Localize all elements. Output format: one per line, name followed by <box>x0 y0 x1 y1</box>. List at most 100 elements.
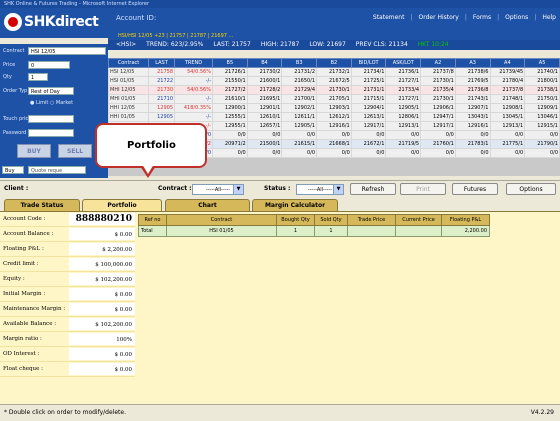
quote-header-cell: LAST <box>148 58 175 68</box>
password-input[interactable] <box>28 129 74 137</box>
quote-row[interactable]: MHI 01/05 21710 -/- 21610/1 21695/1 21700/1 21… <box>108 94 560 104</box>
account-field-value: $ 0.00 <box>68 228 135 240</box>
tab-margin-calculator[interactable]: Margin Calculator <box>252 199 338 211</box>
menu-statement[interactable]: Statement <box>373 14 405 21</box>
quote-cell: 12915/1 <box>524 121 560 131</box>
quote-cell: 0/0 <box>454 148 491 158</box>
quote-cell: 21727/1 <box>385 94 422 104</box>
menu-forms[interactable]: Forms <box>473 14 491 21</box>
tab-trade-status[interactable]: Trade Status <box>4 199 80 211</box>
qty-input[interactable]: 1 <box>28 73 48 81</box>
chevron-down-icon: ▼ <box>233 185 243 194</box>
quote-row[interactable]: HHI 12/05 12905 418/0.35% 12900/1 12901/1 129… <box>108 103 560 113</box>
quote-cell: 21733/4 <box>385 85 422 95</box>
quote-cell: 54/0.56% <box>174 85 213 95</box>
account-row: Maintenance Margin : $ 0.00 <box>0 302 135 317</box>
quote-cell: 12902/1 <box>281 103 318 113</box>
account-row: Available Balance : $ 102,200.00 <box>0 317 135 332</box>
positions-table: Ref no Contract Bought Qty Sold Qty Trade Pr… <box>138 214 490 237</box>
account-summary: Account Code : 888880210 Account Balance :… <box>0 212 135 377</box>
account-field-value: $ 0.00 <box>68 303 135 315</box>
quote-cell: 0/0 <box>212 130 248 140</box>
quote-header-cell: A4 <box>489 58 526 68</box>
quote-cell: 21600/1 <box>246 76 283 86</box>
refresh-button[interactable]: Refresh <box>350 183 396 195</box>
quote-cell: 21730/1 <box>420 76 456 86</box>
quote-cell: 418/0.35% <box>174 103 213 113</box>
quote-cell: 21769/5 <box>454 76 491 86</box>
quote-cell: 21500/1 <box>246 139 283 149</box>
quote-cell: 12916/1 <box>454 121 491 131</box>
position-cell <box>347 225 396 237</box>
market-time: HKT 10:24 <box>417 41 449 48</box>
tab-chart[interactable]: Chart <box>165 199 250 211</box>
quote-cell: HHI 12/05 <box>108 103 149 113</box>
quote-cell: 21727/1 <box>385 76 422 86</box>
menu-help[interactable]: Help <box>542 14 556 21</box>
quote-cell: 21750/1 <box>524 94 560 104</box>
quote-cell: -/- <box>174 76 213 86</box>
quote-cell: 21736/8 <box>454 85 491 95</box>
quote-cell: 21780/4 <box>489 76 526 86</box>
options-button[interactable]: Options <box>506 183 556 195</box>
status-filter-select[interactable]: -----All----- ▼ <box>296 184 344 195</box>
quote-cell: 21668/1 <box>316 139 352 149</box>
buy-button[interactable]: BUY <box>17 144 51 158</box>
quote-row[interactable]: MHI 12/05 21730 54/0.56% 21727/2 21728/2 2172… <box>108 85 560 95</box>
quote-cell: 21695/1 <box>246 94 283 104</box>
limit-radio[interactable]: ● Limit ○ Market <box>30 100 73 106</box>
quote-cell: 0/0 <box>489 148 526 158</box>
account-field-value: $ 0.00 <box>68 363 135 375</box>
quote-cell: 54/0.56% <box>174 67 213 77</box>
quote-cell: 12906/1 <box>420 103 456 113</box>
menu-options[interactable]: Options <box>505 14 528 21</box>
quote-cell: 21727/2 <box>212 85 248 95</box>
sell-button[interactable]: SELL <box>58 144 92 158</box>
scrolling-ticker: HSI/HSI 12/05 +23 | 21757 | 21787 | 2169… <box>108 32 560 40</box>
account-row: Floating P&L : $ 2,200.00 <box>0 242 135 257</box>
account-field-label: Account Code : <box>3 216 46 222</box>
quote-cell: 0/0 <box>316 130 352 140</box>
quote-cell: 12913/1 <box>385 121 422 131</box>
account-row: Margin ratio : 100% <box>0 332 135 347</box>
quote-row[interactable]: HSI 12/05 21758 54/0.56% 21726/1 21730/2 2173… <box>108 67 560 77</box>
tab-portfolio[interactable]: Portfolio <box>82 199 162 211</box>
futures-button[interactable]: Futures <box>452 183 498 195</box>
quote-cell: 21800/1 <box>524 76 560 86</box>
quote-row[interactable]: HSI 01/05 21722 -/- 21550/1 21600/1 21650/1 21… <box>108 76 560 86</box>
account-field-label: Initial Margin : <box>3 291 46 297</box>
quote-cell: 21550/1 <box>212 76 248 86</box>
print-button[interactable]: Print <box>400 183 446 195</box>
quote-cell: HSI 12/05 <box>108 67 149 77</box>
quote-cell: 13045/1 <box>489 112 526 122</box>
quote-cell: 0/0 <box>385 130 422 140</box>
quote-cell: 21672/5 <box>316 76 352 86</box>
account-row: Credit limit : $ 100,000.00 <box>0 257 135 272</box>
quote-cell: 21726/1 <box>212 67 248 77</box>
quote-cell: 0/0 <box>281 130 318 140</box>
touch-price-input[interactable] <box>28 115 74 123</box>
status-hint: * Double click on order to modify/delete… <box>4 409 126 416</box>
quote-cell: 21738/1 <box>524 85 560 95</box>
order-type-select[interactable]: Rest of Day <box>28 87 74 95</box>
quote-cell: 12947/1 <box>420 112 456 122</box>
contract-filter-select[interactable]: -----All----- ▼ <box>192 184 244 195</box>
quote-header-cell: BID/LOT <box>350 58 387 68</box>
quote-header-cell: ASK/LOT <box>385 58 422 68</box>
buy-sell-select[interactable]: Buy <box>2 166 24 174</box>
price-input[interactable]: 0 <box>28 61 70 69</box>
quote-row[interactable]: HHI 01/05 12905 -/- 12555/1 12610/1 12611/1 12… <box>108 112 560 122</box>
quote-cell: 12806/1 <box>385 112 422 122</box>
quote-cell: 12904/1 <box>350 103 387 113</box>
quote-cell: 21615/1 <box>281 139 318 149</box>
contract-select[interactable]: HSI 12/05 <box>28 47 106 55</box>
menu-order-history[interactable]: Order History <box>419 14 459 21</box>
quote-cell: 21650/1 <box>281 76 318 86</box>
quote-cell: 12908/1 <box>489 103 526 113</box>
account-field-value: $ 0.00 <box>68 288 135 300</box>
contract-label: Contract <box>3 48 25 54</box>
quote-cell: 0/0 <box>420 130 456 140</box>
quote-header-cell: B4 <box>246 58 283 68</box>
quote-request-input[interactable]: Quote reque <box>28 166 86 174</box>
position-row[interactable]: Total HSI 01/05 1 1 2,200.00 <box>138 225 490 237</box>
